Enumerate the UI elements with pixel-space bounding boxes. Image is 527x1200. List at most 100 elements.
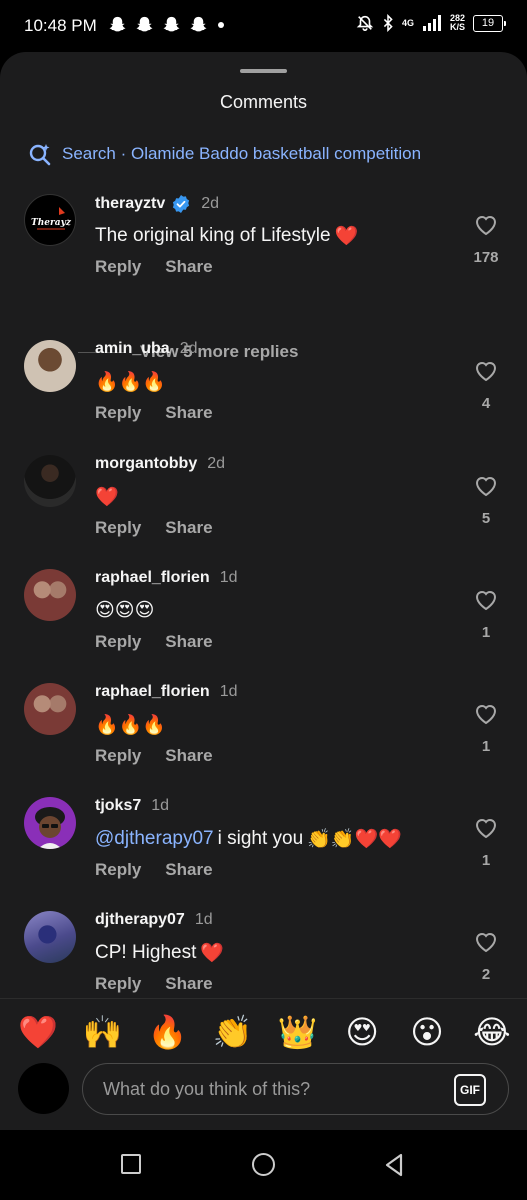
comment-actions: Reply Share <box>95 974 213 994</box>
like-button[interactable]: 5 <box>473 475 499 527</box>
comment-time: 1d <box>219 569 238 586</box>
avatar[interactable] <box>24 569 76 621</box>
like-button[interactable]: 178 <box>473 214 499 266</box>
like-button[interactable]: 1 <box>473 589 499 641</box>
comment-username[interactable]: djtherapy07 <box>95 911 185 929</box>
share-button[interactable]: Share <box>165 860 212 880</box>
share-button[interactable]: Share <box>165 403 212 423</box>
reply-button[interactable]: Reply <box>95 257 141 277</box>
reaction-heart-eyes[interactable]: 😍 <box>342 1013 382 1051</box>
avatar[interactable] <box>24 683 76 735</box>
snapchat-icon <box>163 16 180 32</box>
heart-icon <box>475 705 497 725</box>
more-notifications-dot <box>218 21 224 28</box>
like-button[interactable]: 2 <box>473 931 499 983</box>
comment-item: Therayz therayztv 2d The original king o… <box>0 194 527 308</box>
reaction-clap[interactable]: 👏 <box>213 1013 253 1051</box>
heart-icon <box>475 477 497 497</box>
mention-link[interactable]: @djtherapy07 <box>95 828 214 850</box>
notification-icons <box>108 15 224 34</box>
reply-button[interactable]: Reply <box>95 860 141 880</box>
comment-time: 2d <box>179 340 198 357</box>
heart-icon <box>475 362 497 382</box>
avatar[interactable] <box>24 911 76 963</box>
home-button[interactable] <box>252 1153 275 1176</box>
avatar[interactable] <box>24 340 76 392</box>
comment-username[interactable]: therayztv <box>95 195 165 213</box>
battery-icon: 19 <box>473 14 506 32</box>
like-count: 2 <box>481 966 491 983</box>
heart-icon <box>475 591 497 611</box>
comment-text: CP! Highest ❤️ <box>95 941 224 965</box>
avatar[interactable] <box>24 455 76 507</box>
comment-item: tjoks7 1d @djtherapy07 i sight you 👏👏❤️❤… <box>0 797 527 911</box>
comment-username[interactable]: tjoks7 <box>95 797 141 815</box>
reply-button[interactable]: Reply <box>95 403 141 423</box>
reaction-fire[interactable]: 🔥 <box>148 1013 188 1051</box>
status-bar: 10:48 PM 4G 282 K/S 19 <box>0 0 527 52</box>
like-count: 1 <box>481 852 491 869</box>
comment-actions: Reply Share <box>95 632 213 652</box>
bell-muted-icon <box>356 15 374 31</box>
comment-item: raphael_florien 1d 😍😍😍 Reply Share 1 <box>0 569 527 683</box>
heart-icon <box>475 216 497 236</box>
comment-time: 1d <box>219 683 238 700</box>
comment-username[interactable]: raphael_florien <box>95 683 210 701</box>
network-type: 4G <box>401 17 414 28</box>
snapchat-icon <box>109 16 126 32</box>
comment-emoji: ❤️ <box>334 226 359 247</box>
share-button[interactable]: Share <box>165 974 212 994</box>
avatar[interactable] <box>24 797 76 849</box>
my-avatar <box>18 1063 69 1114</box>
comment-text-body: i sight you <box>217 828 304 849</box>
comment-header: raphael_florien 1d <box>95 569 238 587</box>
comment-username[interactable]: raphael_florien <box>95 569 210 587</box>
like-count: 1 <box>481 738 491 755</box>
reply-button[interactable]: Reply <box>95 974 141 994</box>
comment-text: 😍😍😍 <box>95 599 154 622</box>
system-nav-bar <box>0 1130 527 1200</box>
share-button[interactable]: Share <box>165 632 212 652</box>
reply-button[interactable]: Reply <box>95 746 141 766</box>
comment-text-body: CP! Highest <box>95 942 197 963</box>
reaction-raised-hands[interactable]: 🙌 <box>83 1013 123 1051</box>
status-time: 10:48 PM <box>24 16 97 35</box>
like-button[interactable]: 1 <box>473 817 499 869</box>
comment-header: therayztv 2d <box>95 194 219 214</box>
like-button[interactable]: 1 <box>473 703 499 755</box>
comment-time: 1d <box>194 911 213 928</box>
gif-button[interactable]: GIF <box>454 1074 486 1106</box>
like-count: 4 <box>481 395 491 412</box>
comment-composer: What do you think of this? GIF <box>18 1063 509 1115</box>
reply-button[interactable]: Reply <box>95 518 141 538</box>
recents-button[interactable] <box>121 1154 141 1174</box>
quick-reactions: ❤️ 🙌 🔥 👏 👑 😍 😮 😂 <box>18 1013 512 1051</box>
comment-input[interactable]: What do you think of this? GIF <box>82 1063 509 1115</box>
back-icon[interactable] <box>382 1152 406 1178</box>
sheet-title: Comments <box>219 92 308 112</box>
reaction-crown[interactable]: 👑 <box>277 1013 317 1051</box>
search-suggestion-text: Search · Olamide Baddo basketball compet… <box>62 144 422 163</box>
share-button[interactable]: Share <box>165 518 212 538</box>
search-suggestion[interactable]: Search · Olamide Baddo basketball compet… <box>28 142 421 166</box>
drag-handle[interactable] <box>240 69 287 73</box>
reaction-laughing[interactable]: 😂 <box>472 1013 512 1051</box>
share-button[interactable]: Share <box>165 257 212 277</box>
comment-emoji: 😍😍😍 <box>95 600 155 621</box>
search-sparkle-icon <box>29 144 51 166</box>
comment-time: 2d <box>201 195 220 212</box>
comment-header: morgantobby 2d <box>95 455 225 473</box>
share-button[interactable]: Share <box>165 746 212 766</box>
comment-item: amin_uba 2d 🔥🔥🔥 Reply Share 4 <box>0 340 527 454</box>
heart-icon <box>475 819 497 839</box>
reply-button[interactable]: Reply <box>95 632 141 652</box>
reaction-heart[interactable]: ❤️ <box>18 1013 58 1051</box>
reaction-surprised[interactable]: 😮 <box>407 1013 447 1051</box>
avatar[interactable]: Therayz <box>24 194 76 246</box>
comment-input-placeholder: What do you think of this? <box>103 1079 311 1099</box>
comment-username[interactable]: morgantobby <box>95 455 197 473</box>
comment-emoji: ❤️ <box>200 943 225 964</box>
comment-username[interactable]: amin_uba <box>95 340 170 358</box>
comment-header: amin_uba 2d <box>95 340 197 358</box>
like-button[interactable]: 4 <box>473 360 499 412</box>
